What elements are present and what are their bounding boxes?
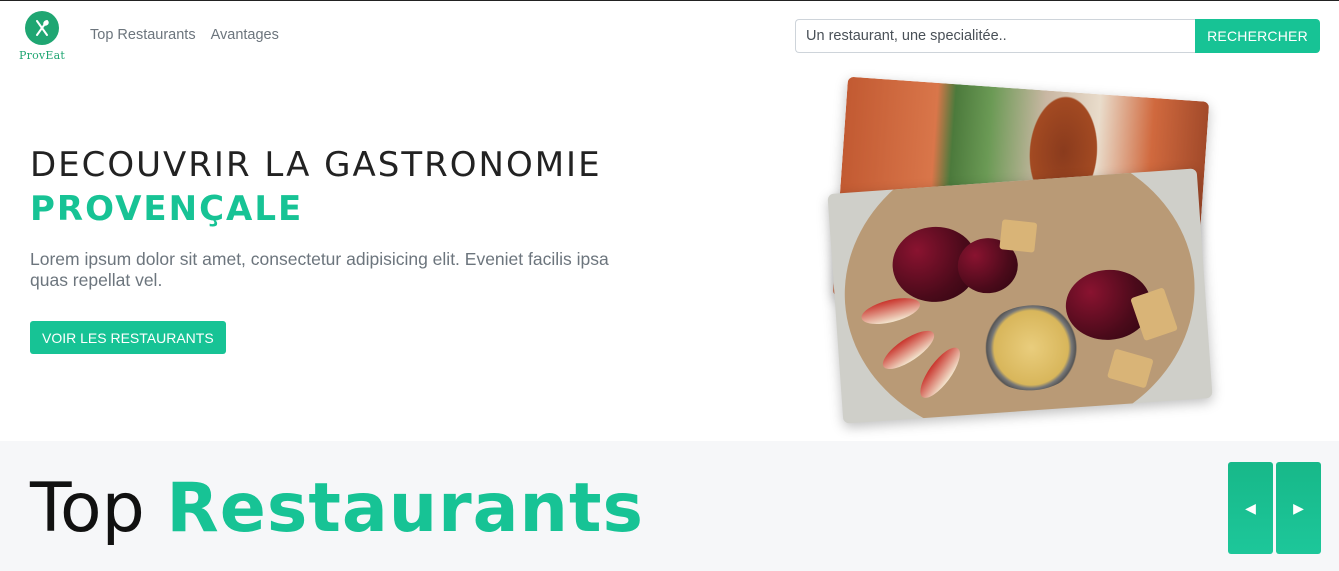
nav-link-top-restaurants[interactable]: Top Restaurants: [90, 27, 196, 43]
carousel-next-button[interactable]: ▶: [1276, 462, 1321, 554]
brand-logo[interactable]: ProvEat: [19, 11, 65, 65]
section-title-part2: Restaurants: [166, 469, 644, 548]
search-button[interactable]: RECHERCHER: [1195, 19, 1320, 53]
carousel-prev-button[interactable]: ◀: [1228, 462, 1273, 554]
section-title-part1: Top: [30, 469, 145, 548]
triangle-right-icon: ▶: [1293, 499, 1304, 516]
fork-knife-icon: [25, 11, 59, 45]
search-input[interactable]: [795, 19, 1195, 53]
cracker: [999, 219, 1038, 253]
hero-title-line2: PROVENÇALE: [30, 189, 304, 229]
brand-name: ProvEat: [19, 49, 65, 62]
top-restaurants-section: Top Restaurants ◀ ▶: [0, 441, 1339, 571]
navbar: ProvEat Top Restaurants Avantages RECHER…: [0, 1, 1339, 71]
food-platter-photo: [827, 168, 1213, 424]
section-title: Top Restaurants: [30, 469, 644, 549]
nav-link-avantages[interactable]: Avantages: [211, 27, 279, 43]
hero-title-line1: DECOUVRIR LA GASTRONOMIE: [30, 145, 602, 185]
nav-links: Top Restaurants Avantages: [90, 27, 279, 43]
hero-title: DECOUVRIR LA GASTRONOMIE PROVENÇALE: [30, 143, 602, 231]
hero-description: Lorem ipsum dolor sit amet, consectetur …: [30, 249, 609, 290]
search-form: RECHERCHER: [795, 19, 1320, 53]
view-restaurants-button[interactable]: VOIR LES RESTAURANTS: [30, 321, 226, 354]
triangle-left-icon: ◀: [1245, 499, 1256, 516]
